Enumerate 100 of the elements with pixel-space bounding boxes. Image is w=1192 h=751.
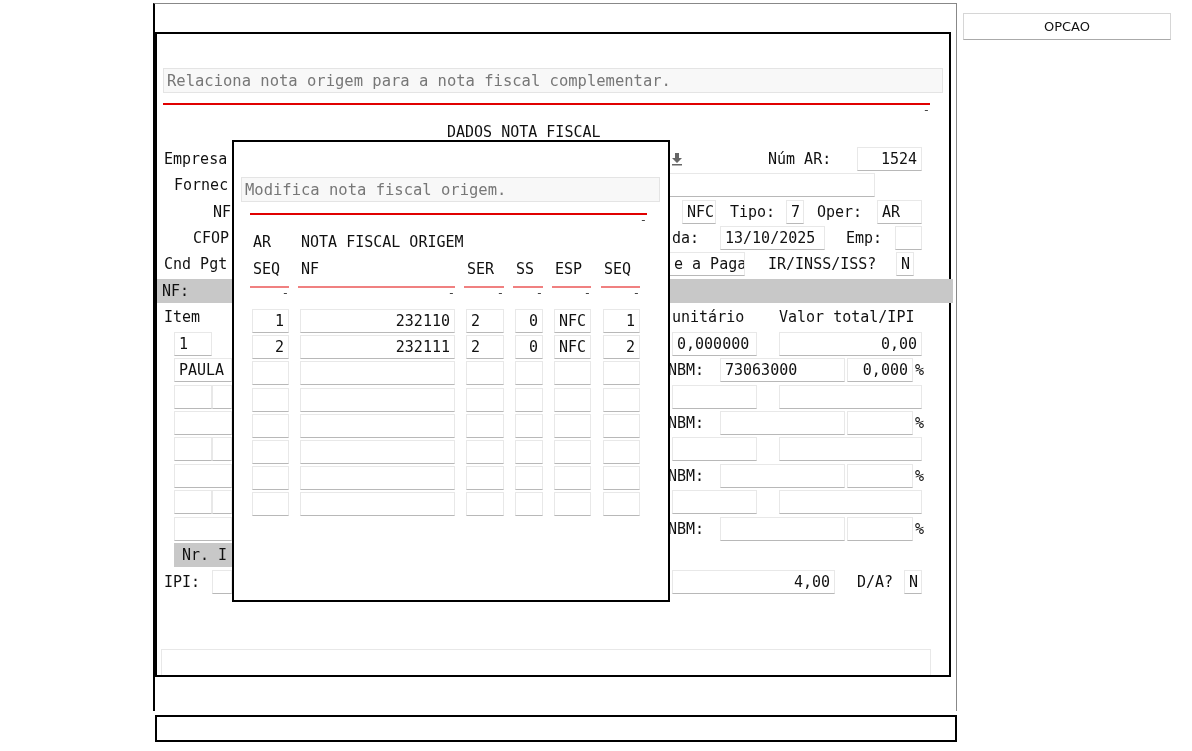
input-field[interactable] bbox=[554, 413, 591, 438]
input-field[interactable] bbox=[466, 387, 504, 412]
input-field[interactable] bbox=[466, 440, 504, 465]
input-field[interactable] bbox=[174, 490, 212, 515]
input-field[interactable] bbox=[603, 387, 640, 412]
input-field[interactable] bbox=[554, 466, 591, 491]
input-field[interactable] bbox=[252, 387, 289, 412]
input-field[interactable]: 2 bbox=[603, 335, 640, 360]
input-field[interactable] bbox=[515, 361, 543, 386]
input-field[interactable] bbox=[515, 440, 543, 465]
input-field[interactable] bbox=[174, 384, 212, 409]
input-field[interactable] bbox=[672, 384, 757, 409]
dash-mark: - bbox=[496, 288, 504, 298]
input-field[interactable]: N bbox=[896, 252, 914, 277]
input-field[interactable] bbox=[720, 411, 845, 436]
input-field[interactable] bbox=[174, 516, 232, 541]
input-field[interactable] bbox=[466, 413, 504, 438]
input-field[interactable] bbox=[300, 413, 455, 438]
input-field[interactable] bbox=[212, 569, 232, 594]
input-field[interactable] bbox=[847, 516, 913, 541]
input-field[interactable]: 0,00 bbox=[779, 331, 922, 356]
input-field[interactable]: 2 bbox=[466, 335, 504, 360]
input-field[interactable] bbox=[515, 466, 543, 491]
input-field[interactable] bbox=[252, 413, 289, 438]
form-label: Cnd Pgt bbox=[164, 255, 229, 274]
input-field[interactable] bbox=[300, 361, 455, 386]
input-field[interactable] bbox=[212, 437, 232, 462]
input-field[interactable] bbox=[212, 384, 232, 409]
input-field[interactable] bbox=[212, 490, 232, 515]
download-icon[interactable] bbox=[671, 151, 683, 166]
input-field[interactable] bbox=[252, 361, 289, 386]
input-field[interactable] bbox=[174, 437, 212, 462]
input-field[interactable] bbox=[720, 516, 845, 541]
input-field[interactable] bbox=[300, 492, 455, 517]
input-field[interactable] bbox=[603, 440, 640, 465]
input-field[interactable] bbox=[466, 492, 504, 517]
input-field[interactable]: 73063000 bbox=[720, 358, 845, 383]
input-field[interactable]: 13/10/2025 bbox=[720, 225, 825, 250]
input-field[interactable] bbox=[161, 649, 931, 675]
input-field[interactable] bbox=[300, 387, 455, 412]
message-field: Relaciona nota origem para a nota fiscal complementar. bbox=[163, 68, 943, 93]
input-field[interactable] bbox=[603, 361, 640, 386]
input-field[interactable] bbox=[515, 387, 543, 412]
input-field[interactable]: 0 bbox=[515, 309, 543, 334]
input-field[interactable] bbox=[554, 361, 591, 386]
input-field[interactable] bbox=[847, 463, 913, 488]
input-field[interactable]: 2 bbox=[466, 309, 504, 334]
input-field[interactable]: NFC bbox=[682, 199, 716, 224]
input-field[interactable]: 7 bbox=[786, 199, 804, 224]
input-field[interactable]: N bbox=[904, 569, 922, 594]
input-field[interactable] bbox=[847, 411, 913, 436]
input-field[interactable]: 4,00 bbox=[672, 569, 835, 594]
input-field[interactable] bbox=[669, 173, 875, 198]
form-label: CFOP bbox=[193, 228, 231, 247]
input-field[interactable]: 1524 bbox=[857, 146, 922, 171]
input-field[interactable]: 2 bbox=[252, 335, 289, 360]
input-field[interactable] bbox=[174, 463, 232, 488]
input-field[interactable] bbox=[554, 440, 591, 465]
dash-mark: - bbox=[639, 215, 647, 227]
input-field[interactable]: 1 bbox=[252, 309, 289, 334]
input-field[interactable] bbox=[603, 413, 640, 438]
input-field[interactable]: 0,000000 bbox=[672, 331, 757, 356]
input-field[interactable]: 1 bbox=[603, 309, 640, 334]
input-field[interactable] bbox=[603, 466, 640, 491]
input-field[interactable] bbox=[554, 492, 591, 517]
input-field[interactable] bbox=[779, 437, 922, 462]
input-field[interactable] bbox=[672, 437, 757, 462]
input-field[interactable] bbox=[554, 387, 591, 412]
input-field[interactable] bbox=[252, 440, 289, 465]
input-field[interactable] bbox=[300, 440, 455, 465]
command-bar[interactable] bbox=[155, 715, 957, 742]
input-field[interactable]: NFC bbox=[554, 335, 591, 360]
input-field[interactable] bbox=[895, 225, 922, 250]
input-field[interactable] bbox=[603, 492, 640, 517]
input-field[interactable]: 0,000 bbox=[847, 358, 913, 383]
input-field[interactable] bbox=[252, 492, 289, 517]
input-field[interactable] bbox=[174, 411, 232, 436]
input-field[interactable] bbox=[779, 384, 922, 409]
input-field[interactable] bbox=[252, 466, 289, 491]
option-button[interactable]: OPCAO bbox=[963, 13, 1171, 40]
input-field[interactable]: AR bbox=[877, 199, 922, 224]
input-field[interactable]: NFC bbox=[554, 309, 591, 334]
input-field[interactable]: 0 bbox=[515, 335, 543, 360]
input-field[interactable] bbox=[466, 466, 504, 491]
input-field[interactable]: PAULA bbox=[174, 358, 232, 383]
input-field[interactable]: 1 bbox=[174, 331, 212, 356]
input-field[interactable] bbox=[300, 466, 455, 491]
input-field[interactable] bbox=[515, 413, 543, 438]
form-label: Tipo: bbox=[730, 202, 777, 221]
input-field[interactable] bbox=[779, 490, 922, 515]
input-field[interactable] bbox=[672, 490, 757, 515]
dash-mark: - bbox=[281, 288, 289, 298]
dash-mark: - bbox=[583, 288, 591, 298]
input-field[interactable]: 232110 bbox=[300, 309, 455, 334]
input-field[interactable] bbox=[466, 361, 504, 386]
form-label: % bbox=[915, 414, 925, 433]
form-label: da: bbox=[672, 228, 701, 247]
input-field[interactable]: 232111 bbox=[300, 335, 455, 360]
input-field[interactable] bbox=[515, 492, 543, 517]
input-field[interactable] bbox=[720, 463, 845, 488]
